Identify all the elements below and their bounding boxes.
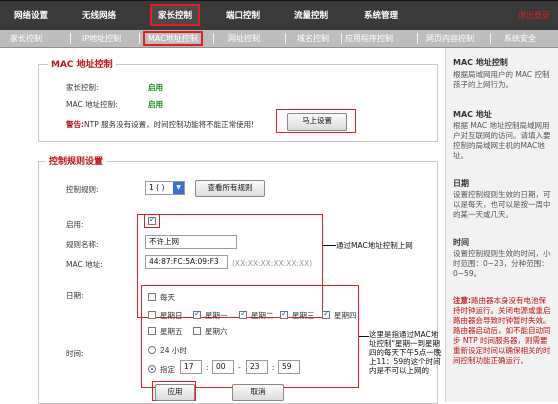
help-note-text: 路由器本身没有电池保持时钟运行。关闭电源或重启路由器会导致时钟暂时失效。路由器启… (453, 296, 551, 365)
chevron-down-icon[interactable]: ▼ (173, 182, 184, 194)
subnav-divider (490, 33, 491, 44)
subnav-system-security[interactable]: 系统安全 (504, 33, 536, 44)
help-addr-title: MAC 地址 (453, 110, 492, 119)
subnav-parental[interactable]: 家长控制 (10, 33, 42, 44)
apply-button[interactable]: 应用 (155, 384, 195, 401)
wednesday-label: 星期三 (292, 311, 315, 320)
cancel-button[interactable]: 取消 (232, 384, 284, 401)
nav-system-admin[interactable]: 系统管理 (364, 9, 398, 21)
logout-link[interactable]: 退出登录 (518, 10, 550, 21)
wednesday-checkbox[interactable] (280, 309, 288, 319)
subnav-webcontent-control[interactable]: 网页内容控制 (426, 33, 474, 44)
subnav-url-control[interactable]: 网址控制 (228, 33, 260, 44)
sunday-label: 星期日 (160, 311, 183, 320)
nav-wireless[interactable]: 无线网络 (82, 9, 116, 21)
schedule-annotation: 这里是指通过MAC地址控制"星期一到星期四的每天下午5点一晚上11：59的这个时… (369, 330, 442, 375)
annotation-arrow (323, 245, 336, 246)
time-colon: : (206, 363, 209, 372)
nav-network-settings[interactable]: 网络设置 (14, 9, 48, 21)
parental-label: 家长控制: (66, 83, 99, 92)
subnav-app-control[interactable]: 应用程序控制 (345, 33, 393, 44)
mac-address-label: MAC 地址: (66, 260, 103, 269)
rule-name-label: 规则名称: (66, 240, 99, 249)
date-label: 日期: (66, 291, 84, 300)
tuesday-checkbox[interactable] (239, 309, 247, 319)
mac-annotation: 通过MAC地址控制上网 (336, 241, 413, 250)
subnav-divider (70, 33, 71, 44)
hours24-label: 24 小时 (160, 346, 187, 355)
friday-checkbox[interactable] (148, 327, 156, 335)
help-note: 注意:路由器本身没有电池保持时钟运行。关闭电源或重启路由器会导致时钟暂时失效。路… (453, 296, 553, 366)
help-time-desc: 设置控制规则生效的时间，小时范围：0~23，分种范围：0~59。 (453, 249, 551, 278)
top-nav: 网络设置 无线网络 家长控制 端口控制 流量控制 系统管理 退出登录 (0, 0, 558, 30)
monday-checkbox[interactable] (193, 309, 201, 319)
help-addr-desc: 根据 MAC 地址控制局域网用户对互联网的访问。请填入要控制的局域网主机的MAC… (453, 121, 551, 160)
mac-section-legend: MAC 地址控制 (48, 57, 116, 70)
help-sidebar: MAC 地址控制 根据局域网用户的 MAC 控制孩子的上网行为。 MAC 地址 … (445, 48, 558, 402)
mac-control-label: MAC 地址控制: (66, 100, 118, 109)
rule-select[interactable]: 1 ( ) ▼ (145, 181, 185, 195)
subnav-ip-control[interactable]: IP地址控制 (82, 33, 121, 44)
subnav-divider (341, 33, 342, 44)
annotation-arrow (359, 336, 369, 337)
tuesday-label: 星期二 (251, 311, 274, 320)
rule-select-value: 1 ( ) (149, 183, 165, 192)
subnav-divider (285, 33, 286, 44)
rule-section-legend: 控制规则设置 (46, 154, 107, 167)
subnav-domain-control[interactable]: 域名控制 (297, 33, 329, 44)
help-time-title: 时间 (453, 238, 469, 247)
subnav-divider (213, 33, 214, 44)
ntp-warning: 警告:NTP 服务没有设置，时间控制功能将不能正常使用! (66, 119, 254, 130)
enable-checkbox[interactable] (148, 215, 156, 225)
end-hour-input[interactable]: 23 (246, 360, 268, 374)
saturday-label: 星期六 (205, 327, 228, 336)
help-note-prefix: 注意: (453, 296, 471, 305)
time-label: 时间: (66, 349, 84, 358)
rule-name-input[interactable]: 不许上网 (145, 235, 237, 249)
time-colon: : (272, 363, 275, 372)
help-mac-title: MAC 地址控制 (453, 58, 508, 67)
everyday-checkbox[interactable] (148, 293, 156, 301)
specify-label: 指定 (160, 365, 175, 374)
subnav-divider (417, 33, 418, 44)
nav-port-control[interactable]: 端口控制 (226, 9, 260, 21)
thursday-label: 星期四 (334, 311, 357, 320)
mac-address-input[interactable]: 44:87:FC:5A:09:F3 (145, 255, 228, 269)
warning-text: NTP 服务没有设置，时间控制功能将不能正常使用! (84, 120, 255, 129)
nav-traffic-control[interactable]: 流量控制 (294, 9, 328, 21)
end-minute-input[interactable]: 59 (278, 360, 300, 374)
help-mac-desc: 根据局域网用户的 MAC 控制孩子的上网行为。 (453, 70, 550, 89)
subnav-divider (139, 33, 140, 44)
saturday-checkbox[interactable] (193, 327, 201, 335)
mac-control-status: 启用 (148, 100, 163, 109)
rule-label: 控制规则: (66, 185, 99, 194)
mac-format-hint: (XX:XX:XX:XX:XX:XX) (232, 259, 313, 268)
start-hour-input[interactable]: 17 (180, 360, 202, 374)
friday-label: 星期五 (160, 327, 183, 336)
help-date-title: 日期 (453, 179, 469, 188)
everyday-label: 每天 (160, 293, 175, 302)
hours24-radio[interactable] (148, 346, 156, 354)
nav-parental-control[interactable]: 家长控制 (150, 4, 201, 26)
warning-prefix: 警告: (66, 120, 84, 129)
thursday-checkbox[interactable] (322, 309, 330, 319)
setup-now-button[interactable]: 马上设置 (287, 113, 347, 131)
help-date-desc: 设置控制规则生效的日期，可以是每天，也可以是按一周中的某一天或几天。 (453, 190, 551, 219)
sunday-checkbox[interactable] (148, 311, 156, 319)
monday-label: 星期一 (205, 311, 228, 320)
subnav-mac-control[interactable]: MAC地址控制 (143, 31, 203, 46)
main-panel: MAC 地址控制 家长控制: 启用 MAC 地址控制: 启用 警告:NTP 服务… (0, 48, 445, 404)
sub-nav: 家长控制 IP地址控制 MAC地址控制 网址控制 域名控制 应用程序控制 网页内… (0, 30, 558, 48)
time-dash: - (238, 363, 241, 372)
enable-label: 启用: (66, 220, 84, 229)
view-all-rules-button[interactable]: 查看所有规则 (195, 180, 265, 197)
specify-radio[interactable] (148, 365, 156, 373)
parental-status: 启用 (148, 83, 163, 92)
start-minute-input[interactable]: 00 (212, 360, 234, 374)
